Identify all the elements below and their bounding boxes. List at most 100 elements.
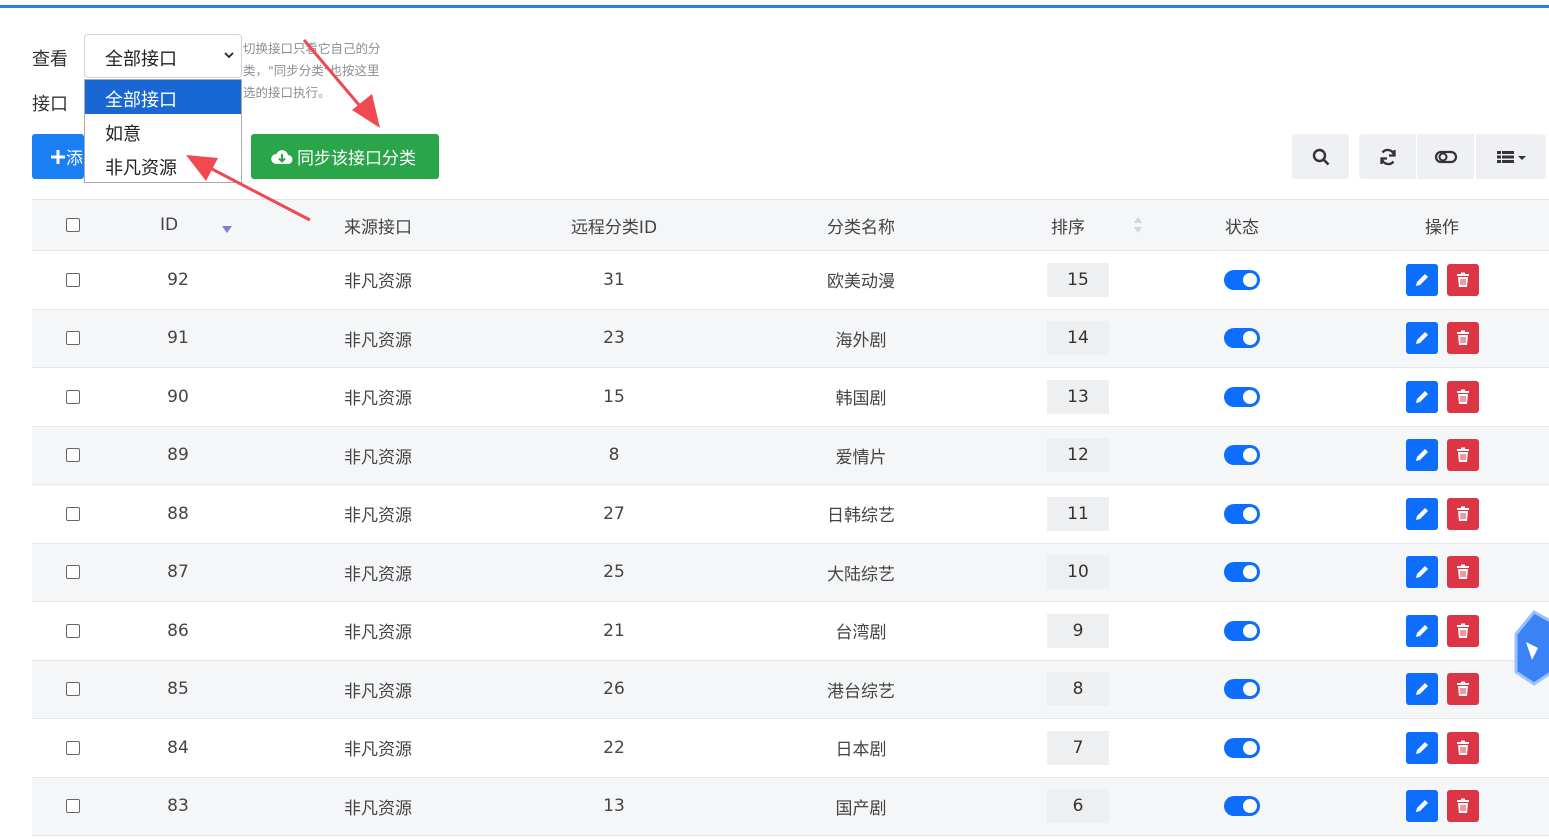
sort-input[interactable]: 8 xyxy=(1047,672,1109,707)
sort-input[interactable]: 11 xyxy=(1047,496,1109,531)
edit-button[interactable] xyxy=(1405,790,1438,823)
table-row: 86 非凡资源 21 台湾剧 9 xyxy=(32,602,1549,661)
dropdown-option[interactable]: 全部接口 xyxy=(85,80,241,114)
delete-button[interactable] xyxy=(1446,731,1479,764)
cell-source: 非凡资源 xyxy=(344,447,412,468)
edit-button[interactable] xyxy=(1405,731,1438,764)
row-checkbox[interactable] xyxy=(66,623,80,638)
delete-button[interactable] xyxy=(1446,614,1479,647)
cell-id: 83 xyxy=(167,796,189,817)
edit-button[interactable] xyxy=(1405,380,1438,413)
edit-button[interactable] xyxy=(1405,263,1438,296)
status-toggle[interactable] xyxy=(1224,620,1260,641)
edit-button[interactable] xyxy=(1405,322,1438,355)
sort-input[interactable]: 14 xyxy=(1047,321,1109,356)
sort-input[interactable]: 10 xyxy=(1047,555,1109,590)
refresh-button[interactable] xyxy=(1359,134,1416,179)
cell-id: 88 xyxy=(167,503,189,524)
sort-input[interactable]: 15 xyxy=(1047,262,1109,297)
search-button[interactable] xyxy=(1292,134,1349,179)
status-toggle[interactable] xyxy=(1224,445,1260,466)
delete-button[interactable] xyxy=(1446,556,1479,589)
row-checkbox[interactable] xyxy=(66,331,80,346)
status-toggle[interactable] xyxy=(1224,737,1260,758)
select-all-cell xyxy=(32,200,114,250)
cell-source: 非凡资源 xyxy=(344,798,412,819)
row-checkbox[interactable] xyxy=(66,448,80,463)
table-row: 84 非凡资源 22 日本剧 7 xyxy=(32,719,1549,778)
delete-button[interactable] xyxy=(1446,497,1479,530)
row-checkbox[interactable] xyxy=(66,799,80,814)
table-row: 88 非凡资源 27 日韩综艺 11 xyxy=(32,485,1549,544)
delete-button[interactable] xyxy=(1446,673,1479,706)
cell-sort: 10 xyxy=(988,544,1168,602)
col-status: 状态 xyxy=(1148,200,1336,250)
dropdown-option[interactable]: 如意 xyxy=(85,114,241,148)
pencil-icon xyxy=(1415,800,1428,813)
cell-remote-id: 21 xyxy=(603,620,625,641)
cell-sort: 7 xyxy=(988,719,1168,777)
pencil-icon xyxy=(1415,566,1428,579)
trash-icon xyxy=(1456,506,1469,521)
status-toggle[interactable] xyxy=(1224,503,1260,524)
toggle-view-button[interactable] xyxy=(1417,134,1474,179)
status-toggle[interactable] xyxy=(1224,269,1260,290)
cell-name: 爱情片 xyxy=(835,447,887,468)
edit-button[interactable] xyxy=(1405,614,1438,647)
table-row: 87 非凡资源 25 大陆综艺 10 xyxy=(32,543,1549,602)
cell-id: 89 xyxy=(167,445,189,466)
row-checkbox[interactable] xyxy=(66,740,80,755)
row-checkbox[interactable] xyxy=(66,389,80,404)
sync-category-button[interactable]: 同步该接口分类 xyxy=(251,134,439,179)
sort-both-icon[interactable] xyxy=(1128,200,1148,250)
status-toggle[interactable] xyxy=(1224,679,1260,700)
cell-source: 非凡资源 xyxy=(344,272,412,293)
cell-name: 港台综艺 xyxy=(827,681,895,702)
sort-input[interactable]: 9 xyxy=(1047,613,1109,648)
sort-input[interactable]: 6 xyxy=(1047,789,1109,824)
edit-button[interactable] xyxy=(1405,439,1438,472)
hint-line: 选的接口执行。 xyxy=(243,85,331,100)
col-id[interactable]: ID xyxy=(114,200,224,250)
sort-input[interactable]: 13 xyxy=(1047,379,1109,414)
edit-button[interactable] xyxy=(1405,673,1438,706)
col-sort[interactable]: 排序 xyxy=(988,200,1148,250)
delete-button[interactable] xyxy=(1446,790,1479,823)
delete-button[interactable] xyxy=(1446,322,1479,355)
row-select-cell xyxy=(32,719,114,777)
cell-source: 非凡资源 xyxy=(344,330,412,351)
status-toggle[interactable] xyxy=(1224,796,1260,817)
hint-line: 切换接口只看它自己的分 xyxy=(243,41,381,56)
row-checkbox[interactable] xyxy=(66,506,80,521)
cell-sort: 15 xyxy=(988,251,1168,309)
edit-button[interactable] xyxy=(1405,556,1438,589)
status-toggle[interactable] xyxy=(1224,328,1260,349)
row-checkbox[interactable] xyxy=(66,565,80,580)
api-select[interactable]: 全部接口 xyxy=(84,34,242,78)
row-checkbox[interactable] xyxy=(66,272,80,287)
status-toggle[interactable] xyxy=(1224,562,1260,583)
cell-name: 欧美动漫 xyxy=(827,272,895,293)
columns-button[interactable] xyxy=(1476,134,1546,179)
cell-status xyxy=(1148,368,1336,426)
sort-input[interactable]: 7 xyxy=(1047,730,1109,765)
cell-sort: 14 xyxy=(988,310,1168,368)
delete-button[interactable] xyxy=(1446,263,1479,296)
edit-button[interactable] xyxy=(1405,497,1438,530)
col-name: 分类名称 xyxy=(734,200,988,250)
columns-icon xyxy=(1497,150,1526,163)
delete-button[interactable] xyxy=(1446,380,1479,413)
trash-icon xyxy=(1456,272,1469,287)
row-checkbox[interactable] xyxy=(66,682,80,697)
cell-sort: 13 xyxy=(988,368,1168,426)
table-row: 85 非凡资源 26 港台综艺 8 xyxy=(32,660,1549,719)
delete-button[interactable] xyxy=(1446,439,1479,472)
sort-input[interactable]: 12 xyxy=(1047,438,1109,473)
status-toggle[interactable] xyxy=(1224,386,1260,407)
sort-desc-icon[interactable] xyxy=(217,200,237,250)
add-button[interactable]: 添 xyxy=(32,134,84,179)
select-all-checkbox[interactable] xyxy=(66,218,80,232)
dropdown-option[interactable]: 非凡资源 xyxy=(85,148,241,182)
floating-assistant-icon[interactable] xyxy=(1512,606,1549,686)
pencil-icon xyxy=(1415,624,1428,637)
